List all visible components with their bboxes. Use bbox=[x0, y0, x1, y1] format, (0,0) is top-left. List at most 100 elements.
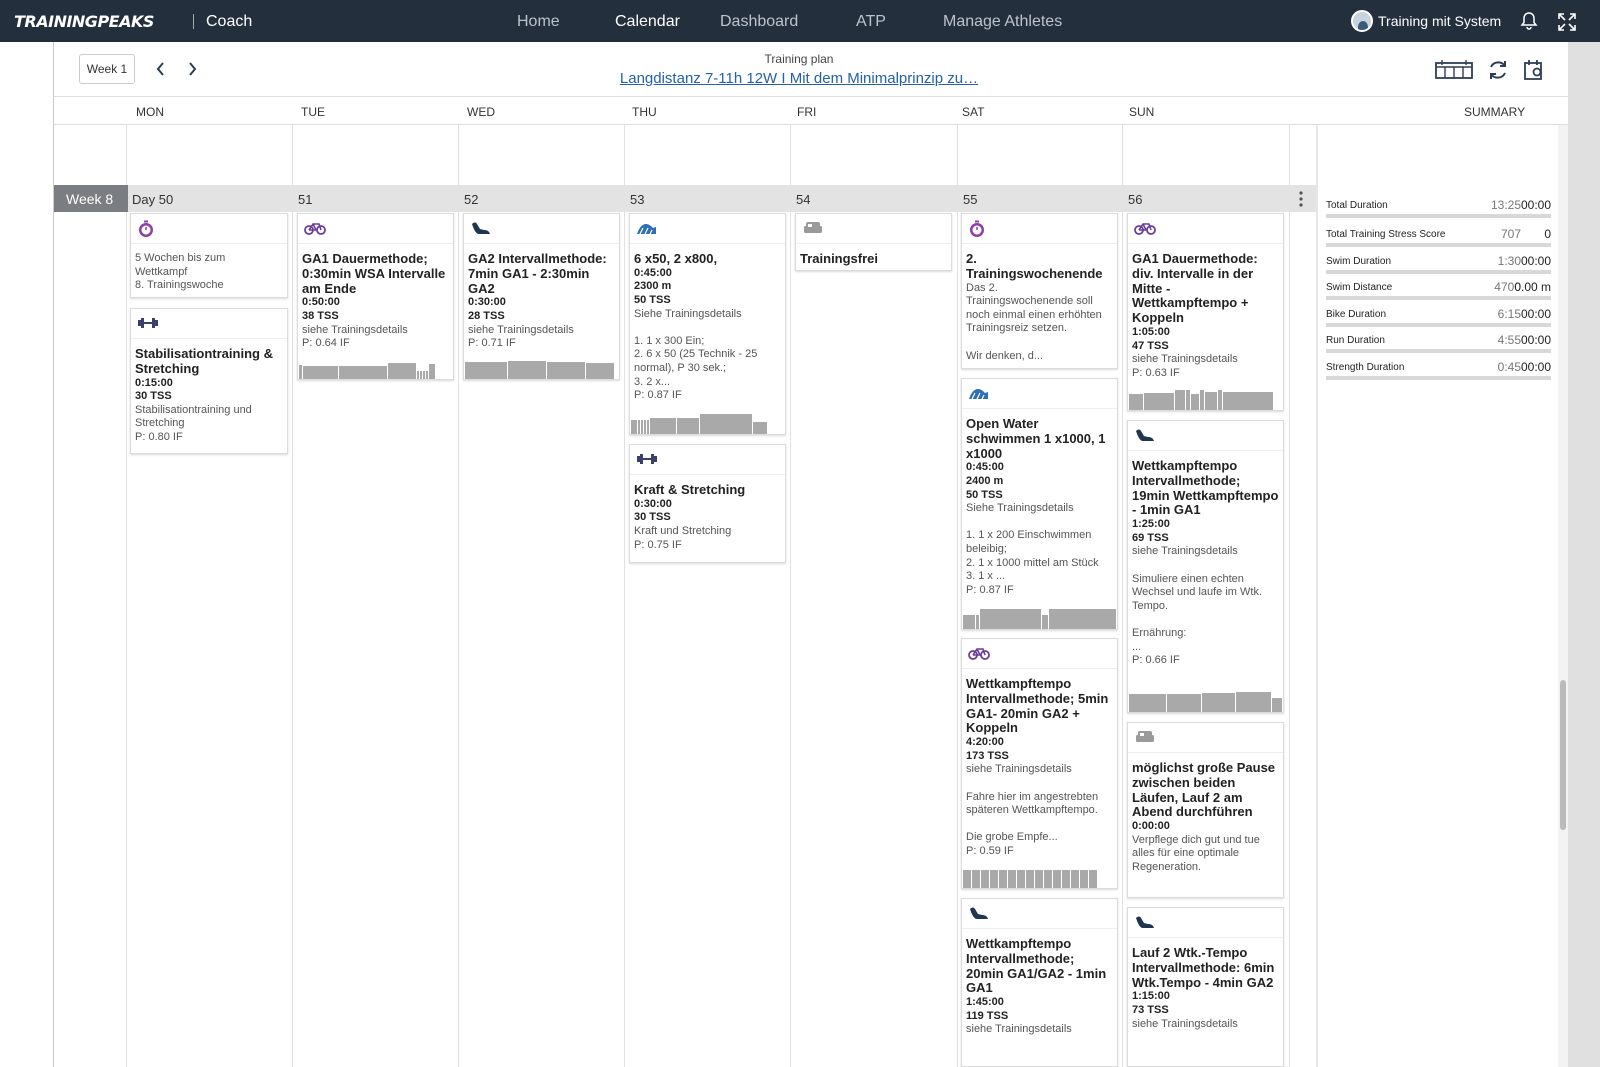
graph-segment bbox=[1235, 692, 1272, 712]
workout-metric: 73 TSS bbox=[1132, 1003, 1169, 1016]
workout-card[interactable]: Wettkampftempo Intervallmethode; 19min W… bbox=[1127, 420, 1284, 713]
workout-title: Lauf 2 Wtk.-Tempo Intervallmethode: 6min… bbox=[1132, 945, 1275, 990]
graph-segment bbox=[1048, 609, 1116, 629]
workout-card[interactable]: GA2 Intervallmethode: 7min GA1 - 2:30min… bbox=[463, 213, 620, 380]
summary-row: Swim Distance 4700 0.00 m bbox=[1326, 277, 1551, 303]
nav-dashboard[interactable]: Dashboard bbox=[720, 13, 798, 31]
swim-icon bbox=[630, 214, 785, 244]
workout-card[interactable]: möglichst große Pause zwischen beiden Lä… bbox=[1127, 722, 1284, 898]
graph-segment bbox=[388, 363, 416, 379]
workout-description: Siehe Trainingsdetails 1. 1 x 200 Einsch… bbox=[966, 502, 1099, 583]
workout-card[interactable]: Kraft & Stretching 0:30:00 30 TSS Kraft und… bbox=[629, 444, 786, 563]
summary-label: Bike Duration bbox=[1326, 309, 1387, 320]
rest-day-icon bbox=[1128, 723, 1283, 753]
graph-segment bbox=[1223, 392, 1273, 410]
graph-segment bbox=[508, 361, 546, 379]
workout-card[interactable]: Trainingsfrei bbox=[795, 213, 952, 271]
workout-description: siehe Trainingsdetails bbox=[1132, 1017, 1238, 1030]
summary-planned-value: 6:15 bbox=[1497, 307, 1521, 321]
workout-description: Verpflege dich gut und tue alles für ein… bbox=[1132, 833, 1260, 873]
day-number-wed: 52 bbox=[464, 192, 479, 207]
graph-segment bbox=[299, 365, 302, 379]
graph-segment bbox=[1080, 870, 1088, 888]
training-plan-title-link[interactable]: Langdistanz 7-11h 12W I Mit dem Minimalp… bbox=[54, 70, 1544, 87]
summary-planned-value: 4:55 bbox=[1497, 333, 1521, 347]
workout-title: Kraft & Stretching bbox=[634, 482, 746, 497]
day-number-thu: 53 bbox=[630, 192, 645, 207]
workout-metric: 4:20:00 bbox=[966, 736, 1004, 749]
workout-metric: 0:45:00 bbox=[966, 461, 1004, 474]
training-plan-label: Training plan bbox=[764, 52, 834, 66]
swim-icon bbox=[962, 379, 1117, 409]
workout-structure-graph bbox=[464, 359, 619, 379]
left-sidebar-strip bbox=[0, 42, 54, 1067]
workout-card[interactable]: Lauf 2 Wtk.-Tempo Intervallmethode: 6min… bbox=[1127, 907, 1284, 1067]
summary-progress-bar bbox=[1326, 296, 1551, 300]
refresh-icon[interactable] bbox=[1486, 58, 1510, 82]
summary-label: Total Training Stress Score bbox=[1326, 229, 1446, 240]
summary-completed-value: 00:00 bbox=[1520, 307, 1551, 321]
graph-segment bbox=[1089, 870, 1097, 888]
calendar-settings-icon[interactable] bbox=[1522, 58, 1546, 82]
graph-segment bbox=[1272, 698, 1282, 712]
workout-card[interactable]: 5 Wochen bis zum Wettkampf 8. Trainingsw… bbox=[130, 213, 288, 298]
trainingpeaks-logo[interactable]: TRAININGPEAKS bbox=[14, 12, 154, 31]
workout-card[interactable]: 2. Trainingswochenende Das 2. Trainingswo… bbox=[961, 213, 1118, 369]
vertical-scrollbar[interactable] bbox=[1558, 125, 1568, 1067]
workout-description: Siehe Trainingsdetails 1. 1 x 300 Ein; 2… bbox=[634, 307, 758, 388]
summary-label: Strength Duration bbox=[1326, 362, 1405, 373]
workout-card[interactable]: Open Water schwimmen 1 x1000, 1 x1000 0:4… bbox=[961, 378, 1118, 630]
workout-metric: 0:30:00 bbox=[468, 296, 506, 309]
workout-card[interactable]: GA1 Dauermethode; 0:30min WSA Intervalle… bbox=[297, 213, 454, 380]
workout-card[interactable]: 6 x50, 2 x800, 0:45:00 2300 m 50 TSS Siehe T… bbox=[629, 213, 786, 435]
user-menu[interactable]: Training mit System bbox=[1351, 10, 1501, 32]
weekday-header-row: MON TUE WED THU FRI SAT SUN SUMMARY bbox=[54, 97, 1600, 213]
nav-home[interactable]: Home bbox=[517, 13, 560, 31]
workout-metric: 0:50:00 bbox=[302, 296, 340, 309]
workout-card[interactable]: Stabilisationtraining & Stretching 0:15:0… bbox=[130, 308, 288, 454]
workout-card[interactable]: GA1 Dauermethode: div. Intervalle in der… bbox=[1127, 213, 1284, 411]
summary-row: Total Training Stress Score 707 0 bbox=[1326, 224, 1551, 250]
calendar-week-view-icon[interactable] bbox=[1434, 58, 1474, 82]
workout-card[interactable]: Wettkampftempo Intervallmethode; 5min GA… bbox=[961, 638, 1118, 889]
graph-segment bbox=[631, 420, 637, 434]
scrollbar-thumb[interactable] bbox=[1560, 680, 1566, 830]
workout-title: GA1 Dauermethode; 0:30min WSA Intervalle… bbox=[302, 251, 446, 296]
workout-structure-graph bbox=[1128, 692, 1283, 712]
graph-segment bbox=[641, 420, 643, 434]
workout-structure-graph bbox=[630, 414, 785, 434]
workout-metric: 1:05:00 bbox=[1132, 325, 1170, 338]
workout-description: siehe Trainingsdetails Simuliere einen e… bbox=[1132, 545, 1263, 653]
fullscreen-icon[interactable] bbox=[1557, 12, 1577, 32]
graph-segment bbox=[1035, 870, 1043, 888]
nav-calendar[interactable]: Calendar bbox=[615, 13, 680, 31]
graph-segment bbox=[1175, 390, 1185, 410]
summary-completed-value: 0 bbox=[1544, 227, 1551, 241]
workout-description: siehe Trainingsdetails bbox=[1132, 353, 1238, 366]
workout-card[interactable]: Wettkampftempo Intervallmethode; 20min G… bbox=[961, 898, 1118, 1067]
day-number-tue: 51 bbox=[298, 192, 313, 207]
workout-metric: 38 TSS bbox=[302, 309, 339, 322]
graph-segment bbox=[1201, 693, 1235, 712]
bike-icon bbox=[962, 639, 1117, 669]
week-row-header: Week 8 Day 50 51 52 53 54 55 56 bbox=[54, 185, 1316, 212]
graph-segment bbox=[1071, 870, 1079, 888]
column-divider bbox=[957, 125, 958, 1067]
column-divider bbox=[292, 125, 293, 1067]
workout-metric: 0:30:00 bbox=[634, 497, 672, 510]
nav-manage-athletes[interactable]: Manage Athletes bbox=[943, 13, 1062, 31]
graph-segment bbox=[1200, 390, 1204, 410]
weekday-sun: SUN bbox=[1129, 105, 1155, 119]
week-options-icon[interactable] bbox=[1298, 189, 1304, 209]
run-shoe-icon bbox=[1128, 421, 1283, 451]
window-right-edge bbox=[1568, 42, 1600, 1067]
bike-icon bbox=[298, 214, 453, 244]
logo-divider bbox=[193, 14, 194, 29]
graph-segment bbox=[1167, 694, 1201, 712]
workout-metric: 1:15:00 bbox=[1132, 990, 1170, 1003]
bell-icon[interactable] bbox=[1519, 11, 1539, 31]
nav-atp[interactable]: ATP bbox=[856, 13, 886, 31]
summary-row: Run Duration 4:55 00:00 bbox=[1326, 330, 1551, 356]
summary-progress-bar bbox=[1326, 214, 1551, 218]
summary-label: Run Duration bbox=[1326, 335, 1385, 346]
